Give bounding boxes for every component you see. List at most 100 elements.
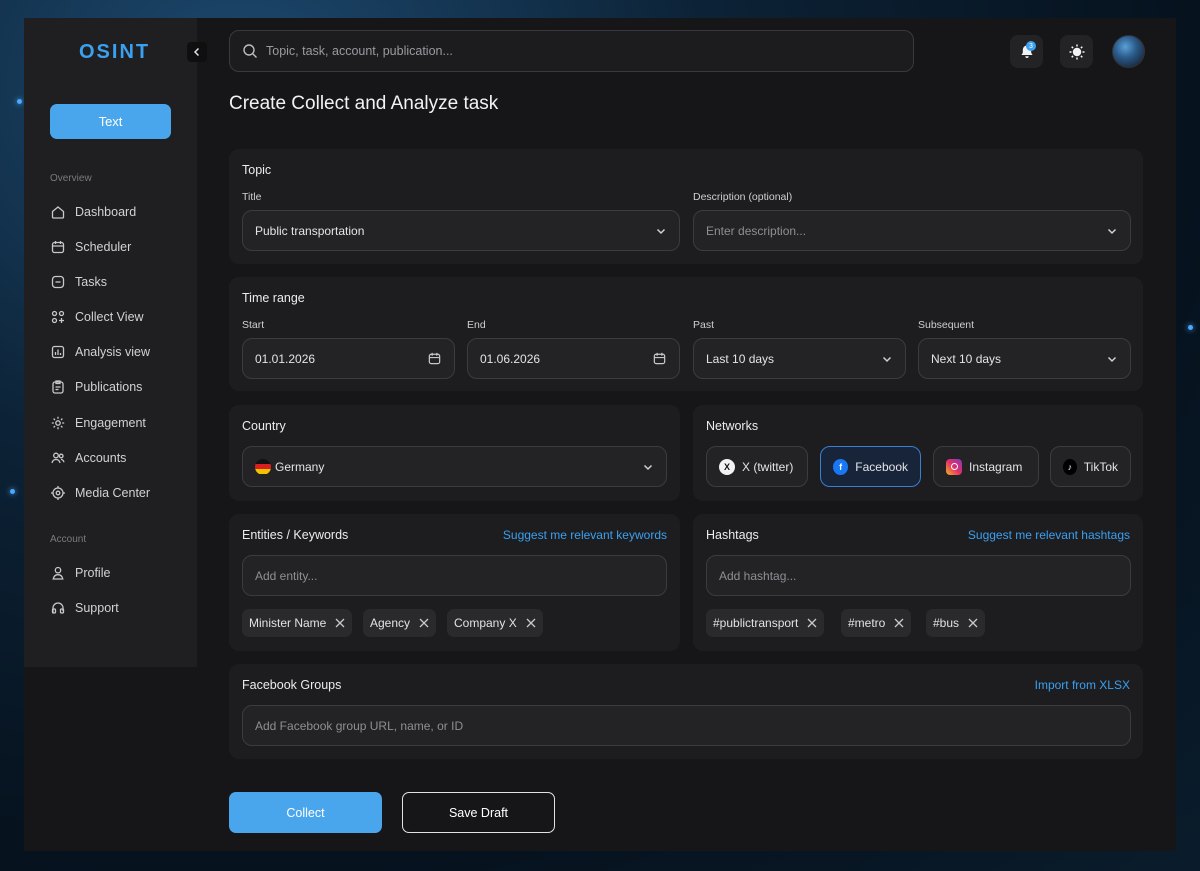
sidebar-item-label: Engagement — [75, 416, 146, 430]
entity-input[interactable]: Add entity... — [242, 555, 667, 596]
background-dot — [17, 99, 22, 104]
chevron-down-icon — [1107, 228, 1117, 234]
avatar[interactable] — [1112, 35, 1145, 68]
sidebar-item-label: Tasks — [75, 275, 107, 289]
hashtags-heading: Hashtags — [706, 528, 759, 542]
clipboard-icon — [52, 380, 64, 394]
country-value: Germany — [275, 459, 325, 474]
save-draft-button[interactable]: Save Draft — [402, 792, 555, 833]
entity-chip: Agency — [363, 609, 437, 637]
title-select[interactable]: Public transportation — [242, 210, 680, 251]
chip-label: #bus — [933, 616, 960, 630]
hashtag-placeholder: Add hashtag... — [719, 568, 797, 583]
sidebar-item-accounts[interactable]: Accounts — [50, 448, 126, 468]
suggest-hashtags-link[interactable]: Suggest me relevant hashtags — [968, 528, 1130, 542]
suggest-keywords-link[interactable]: Suggest me relevant keywords — [503, 528, 667, 542]
description-placeholder: Enter description... — [706, 223, 807, 238]
start-label: Start — [242, 319, 265, 331]
close-icon[interactable] — [806, 617, 818, 629]
hashtags-card: Hashtags Suggest me relevant hashtags Ad… — [693, 514, 1143, 651]
flag-germany-icon — [255, 458, 271, 475]
network-facebook-button[interactable]: f Facebook — [820, 446, 921, 487]
app-logo: OSINT — [79, 41, 151, 63]
network-tiktok-button[interactable]: ♪ TikTok — [1050, 446, 1131, 487]
sidebar-item-label: Profile — [75, 566, 111, 580]
entity-chip: Company X — [447, 609, 543, 637]
import-xlsx-link[interactable]: Import from XLSX — [1035, 678, 1130, 692]
grid-icon — [51, 310, 65, 324]
end-label: End — [467, 319, 486, 331]
country-select[interactable]: Germany — [242, 446, 667, 487]
notifications-button[interactable]: 3 — [1010, 35, 1043, 68]
sidebar-item-analysis-view[interactable]: Analysis view — [50, 342, 150, 362]
facebook-group-input[interactable]: Add Facebook group URL, name, or ID — [242, 705, 1131, 746]
subsequent-select[interactable]: Next 10 days — [918, 338, 1131, 379]
sidebar-item-support[interactable]: Support — [50, 598, 119, 618]
close-icon[interactable] — [967, 617, 979, 629]
close-icon[interactable] — [418, 617, 430, 629]
calendar-icon — [653, 352, 666, 365]
sidebar-item-tasks[interactable]: Tasks — [50, 272, 107, 292]
close-icon[interactable] — [893, 617, 905, 629]
calendar-icon — [428, 352, 441, 365]
description-label: Description (optional) — [693, 191, 793, 203]
chip-label: #metro — [848, 616, 886, 630]
entity-placeholder: Add entity... — [255, 568, 318, 583]
network-label: Facebook — [855, 459, 908, 474]
sidebar-item-label: Analysis view — [75, 345, 151, 359]
network-label: TikTok — [1083, 459, 1118, 474]
sidebar-item-publications[interactable]: Publications — [50, 377, 142, 397]
chart-icon — [51, 345, 65, 359]
sidebar-section-overview: Overview — [50, 173, 92, 184]
chevron-down-icon — [1107, 356, 1117, 362]
chip-label: Minister Name — [249, 616, 327, 630]
topic-card: Topic Title Public transportation Descri… — [229, 149, 1143, 264]
sidebar-item-label: Accounts — [75, 451, 127, 465]
sidebar-item-scheduler[interactable]: Scheduler — [50, 237, 131, 257]
network-x-button[interactable]: X X (twitter) — [706, 446, 808, 487]
network-label: X (twitter) — [742, 459, 794, 474]
collect-button[interactable]: Collect — [229, 792, 382, 833]
network-instagram-button[interactable]: Instagram — [933, 446, 1039, 487]
past-select[interactable]: Last 10 days — [693, 338, 906, 379]
topic-heading: Topic — [242, 163, 272, 177]
end-date-value: 01.06.2026 — [480, 351, 541, 366]
time-range-card: Time range Start 01.01.2026 End 01.06.20… — [229, 277, 1143, 391]
sidebar-item-engagement[interactable]: Engagement — [50, 413, 146, 433]
sidebar-item-label: Media Center — [75, 486, 151, 500]
dashboard-icon — [51, 206, 65, 219]
app-window: OSINT Text Overview Dashboard Scheduler … — [24, 18, 1176, 851]
description-field[interactable]: Enter description... — [693, 210, 1131, 251]
time-range-heading: Time range — [242, 291, 305, 305]
page-title: Create Collect and Analyze task — [229, 93, 499, 114]
sidebar-cta-button[interactable]: Text — [50, 104, 171, 139]
sidebar-item-label: Scheduler — [75, 240, 132, 254]
sidebar-item-dashboard[interactable]: Dashboard — [50, 202, 136, 222]
search-bar[interactable] — [229, 30, 914, 72]
sidebar-item-profile[interactable]: Profile — [50, 563, 110, 583]
background-dot — [1188, 325, 1193, 330]
theme-toggle-button[interactable] — [1060, 35, 1093, 68]
subsequent-value: Next 10 days — [931, 351, 1002, 366]
sidebar-item-media-center[interactable]: Media Center — [50, 483, 150, 503]
chevron-down-icon — [882, 356, 892, 362]
chip-label: Agency — [370, 616, 411, 630]
end-date-field[interactable]: 01.06.2026 — [467, 338, 680, 379]
sidebar-collapse-button[interactable] — [187, 42, 207, 62]
country-card: Country Germany — [229, 405, 680, 501]
search-icon — [243, 44, 257, 58]
title-value: Public transportation — [255, 223, 365, 238]
chevron-down-icon — [643, 464, 653, 470]
hashtag-input[interactable]: Add hashtag... — [706, 555, 1131, 596]
facebook-icon: f — [833, 458, 849, 475]
notification-badge: 3 — [1026, 41, 1036, 51]
x-twitter-icon: X — [719, 458, 735, 475]
close-icon[interactable] — [525, 617, 537, 629]
start-date-field[interactable]: 01.01.2026 — [242, 338, 455, 379]
close-icon[interactable] — [334, 617, 346, 629]
chip-label: Company X — [454, 616, 517, 630]
search-input[interactable] — [266, 44, 866, 58]
user-icon — [52, 566, 64, 580]
facebook-groups-heading: Facebook Groups — [242, 678, 342, 692]
sidebar-item-collect-view[interactable]: Collect View — [50, 307, 144, 327]
